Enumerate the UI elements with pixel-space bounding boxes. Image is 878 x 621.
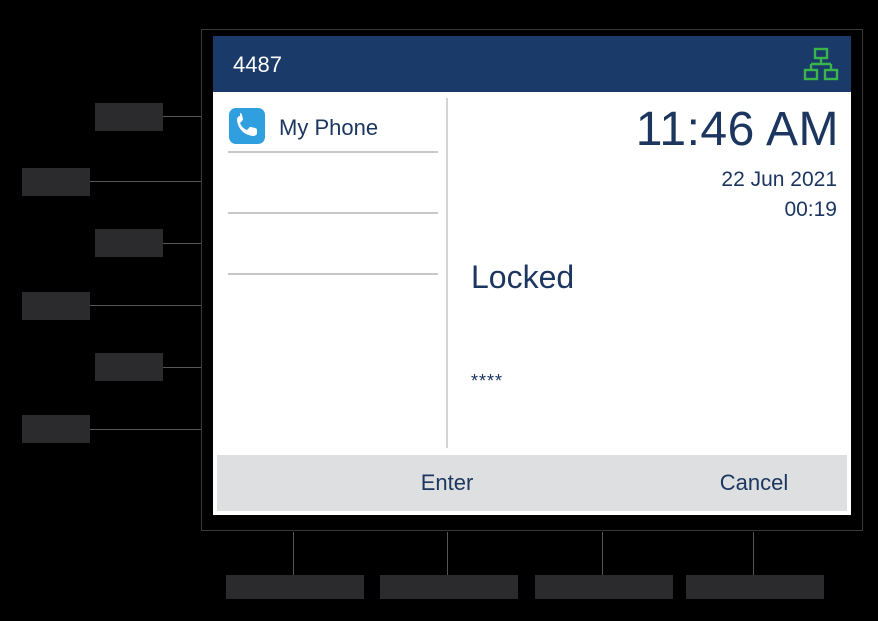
clock-date: 22 Jun 2021 <box>721 168 837 191</box>
line-separator <box>228 212 438 214</box>
line-key-6-connector <box>90 429 201 430</box>
extension-number: 4487 <box>233 52 282 77</box>
softkey-3-connector <box>602 532 603 575</box>
lock-title: Locked <box>471 259 575 295</box>
line-key-2-connector <box>90 181 201 182</box>
cancel-button[interactable]: Cancel <box>679 455 829 511</box>
line-key-4-connector <box>90 305 201 306</box>
header-bar: 4487 <box>213 36 851 92</box>
panel-divider <box>446 98 448 448</box>
line-separator <box>228 273 438 275</box>
line-key-4[interactable] <box>22 292 90 320</box>
line-key-6[interactable] <box>22 415 90 443</box>
line-label-my-phone[interactable]: My Phone <box>279 115 378 141</box>
line-key-5-connector <box>163 367 201 368</box>
softkey-3[interactable] <box>535 575 673 599</box>
softkey-2[interactable] <box>380 575 518 599</box>
softkey-4-connector <box>753 532 754 575</box>
softkey-1-connector <box>293 532 294 575</box>
line-key-3-connector <box>163 243 201 244</box>
softkey-bar: Enter Cancel <box>217 455 847 511</box>
phone-icon <box>229 108 265 144</box>
line-key-1[interactable] <box>95 103 163 131</box>
clock-time: 11:46 AM <box>635 103 839 156</box>
line-key-3[interactable] <box>95 229 163 257</box>
line-key-2[interactable] <box>22 168 90 196</box>
line-separator <box>228 151 438 153</box>
pin-input[interactable]: **** <box>471 371 503 392</box>
phone-screen: 4487 My Phone 11:46 AM 22 Jun 2021 00:19… <box>213 36 851 515</box>
network-icon <box>803 47 839 81</box>
softkey-4[interactable] <box>686 575 824 599</box>
softkey-1[interactable] <box>226 575 364 599</box>
line-item-empty[interactable] <box>228 217 438 272</box>
line-item-empty[interactable] <box>228 156 438 211</box>
line-key-5[interactable] <box>95 353 163 381</box>
elapsed-timer: 00:19 <box>784 198 837 221</box>
softkey-2-connector <box>447 532 448 575</box>
enter-button[interactable]: Enter <box>372 455 522 511</box>
line-key-1-connector <box>163 116 201 117</box>
